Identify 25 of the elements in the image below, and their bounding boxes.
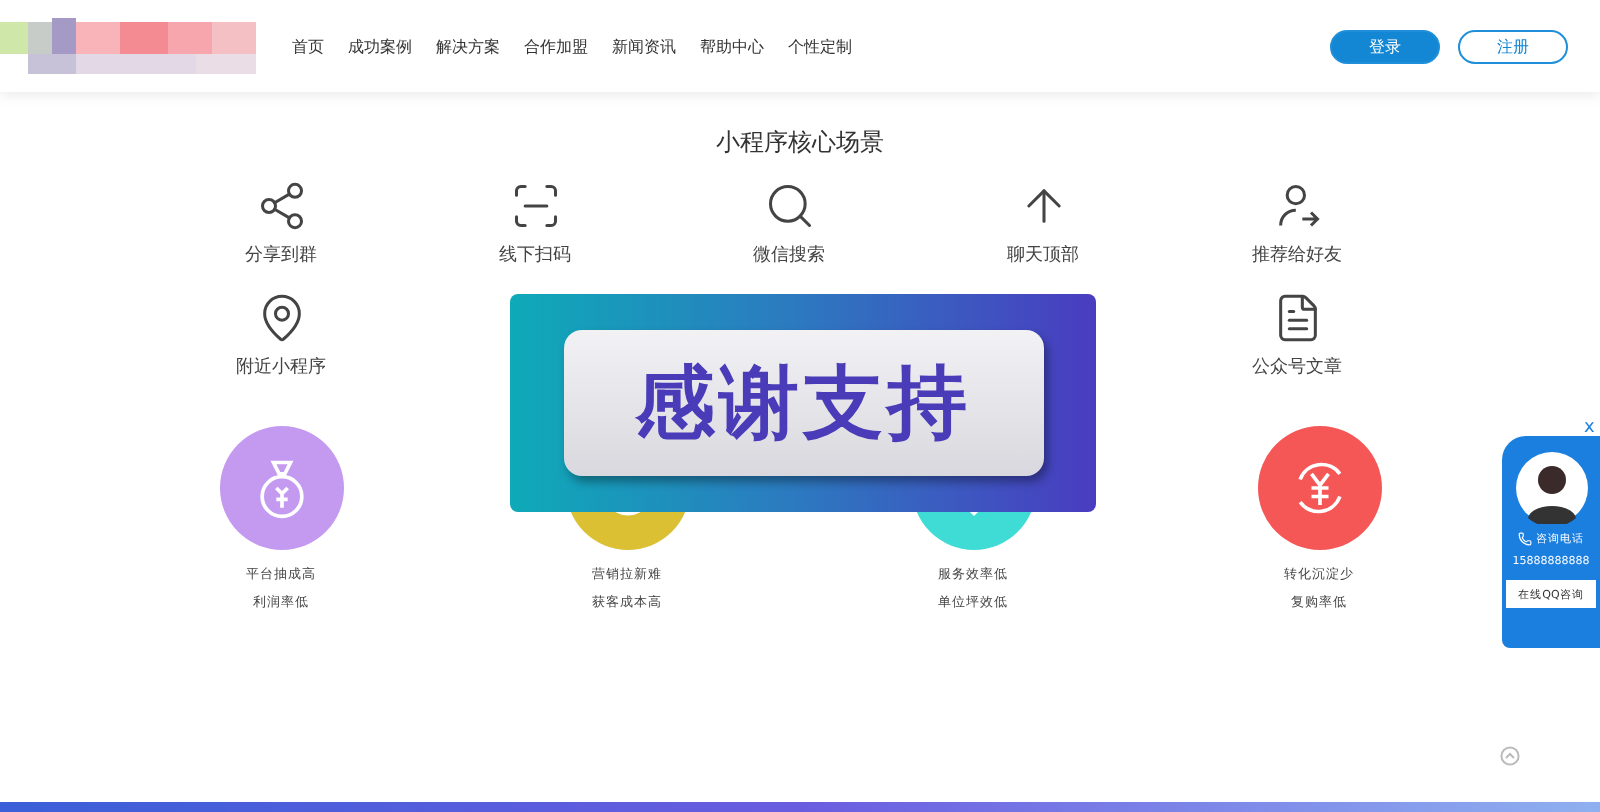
scene-label: 分享到群 <box>245 243 317 268</box>
section-title: 小程序核心场景 <box>714 126 886 160</box>
phone-icon <box>1518 532 1532 546</box>
nav-link[interactable]: 解决方案 <box>436 35 500 57</box>
share-icon <box>255 180 307 232</box>
avatar-icon <box>1515 452 1587 524</box>
nav-link[interactable]: 帮助中心 <box>700 35 764 57</box>
nav-link[interactable]: 个性定制 <box>788 35 852 57</box>
scene-label: 推荐给好友 <box>1252 243 1342 268</box>
scene-label: 附近小程序 <box>236 355 326 380</box>
login-button[interactable]: 登录 <box>1330 29 1440 63</box>
nav-link[interactable]: 成功案例 <box>348 35 412 57</box>
scene-label: 公众号文章 <box>1252 355 1342 380</box>
scene-label: 线下扫码 <box>499 243 571 268</box>
close-button[interactable]: x <box>1584 418 1595 438</box>
register-button[interactable]: 注册 <box>1458 29 1568 63</box>
nav-link[interactable]: 合作加盟 <box>524 35 588 57</box>
back-to-top-icon[interactable] <box>1500 746 1520 766</box>
scan-icon <box>509 180 561 232</box>
banner-text: 感谢支持 <box>563 330 1043 476</box>
scene-label: 聊天顶部 <box>1007 243 1079 268</box>
nav-link[interactable]: 新闻资讯 <box>612 35 676 57</box>
nav-link[interactable]: 首页 <box>292 35 324 57</box>
scene-label: 微信搜索 <box>753 243 825 268</box>
search-icon <box>763 180 815 232</box>
